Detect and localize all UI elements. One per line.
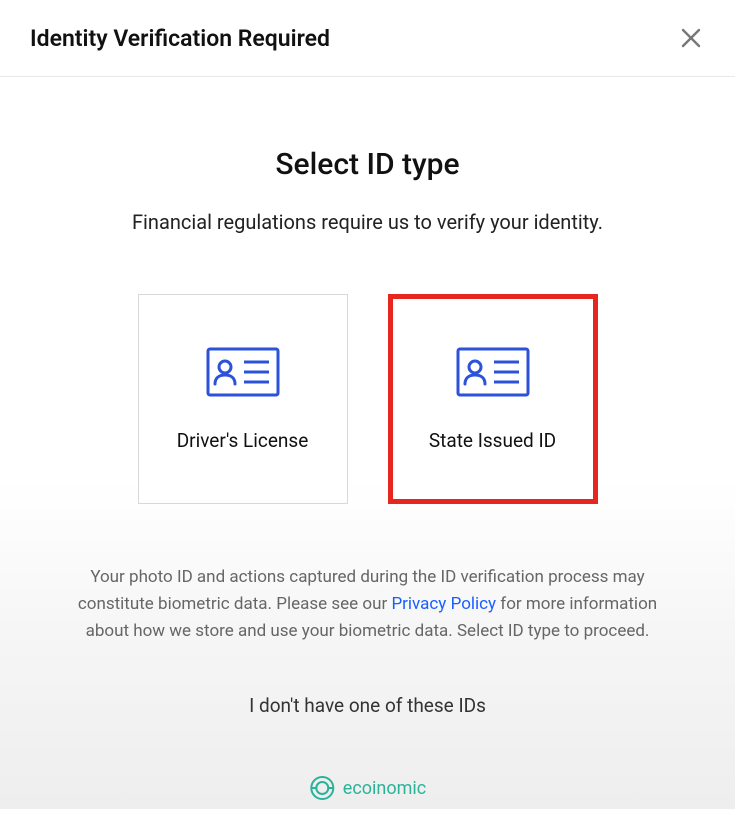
brand-name: ecoinomic bbox=[343, 778, 426, 799]
id-option-drivers-license[interactable]: Driver's License bbox=[138, 294, 348, 504]
id-card-icon bbox=[206, 347, 280, 397]
id-option-label: State Issued ID bbox=[429, 429, 556, 452]
close-button[interactable] bbox=[677, 24, 705, 52]
biometric-disclaimer: Your photo ID and actions captured durin… bbox=[60, 564, 675, 646]
id-option-state-issued[interactable]: State Issued ID bbox=[388, 294, 598, 504]
page-title: Select ID type bbox=[60, 147, 675, 182]
modal-header: Identity Verification Required bbox=[0, 0, 735, 77]
brand-logo-icon bbox=[309, 775, 335, 801]
footer-brand: ecoinomic bbox=[309, 775, 426, 801]
modal-title: Identity Verification Required bbox=[30, 25, 330, 52]
page-subtitle: Financial regulations require us to veri… bbox=[60, 210, 675, 234]
id-option-label: Driver's License bbox=[177, 429, 309, 452]
close-icon bbox=[680, 27, 702, 49]
id-type-options: Driver's License State Issued ID bbox=[60, 294, 675, 504]
id-card-icon bbox=[456, 347, 530, 397]
modal-content: Select ID type Financial regulations req… bbox=[0, 77, 735, 809]
privacy-policy-link[interactable]: Privacy Policy bbox=[391, 594, 496, 614]
no-id-link[interactable]: I don't have one of these IDs bbox=[60, 694, 675, 717]
